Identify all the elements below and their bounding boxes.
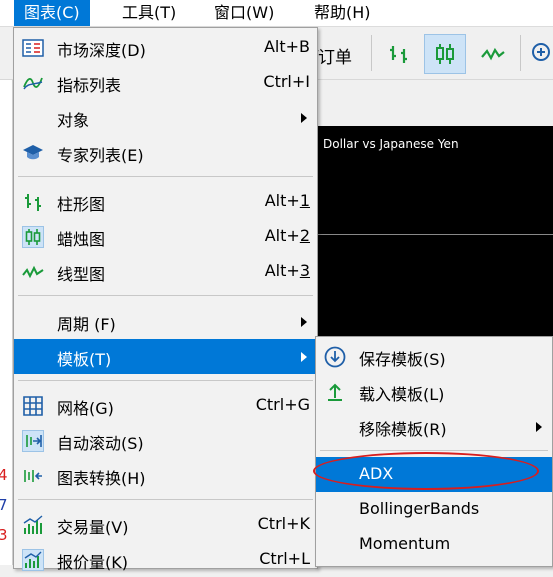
- menu-item-label: 图表转换(H): [57, 469, 146, 488]
- menu-item-chart-shift[interactable]: 图表转换(H): [14, 458, 317, 493]
- menu-item-shortcut: Alt+2: [264, 226, 310, 245]
- menu-item-label: 指标列表: [57, 76, 122, 95]
- menu-item-shortcut: Alt+1: [264, 191, 310, 210]
- grid-icon: [22, 395, 44, 417]
- menu-item-label: 线型图: [57, 265, 106, 284]
- menu-item-market-depth[interactable]: 市场深度(D) Alt+B: [14, 30, 317, 65]
- toolbar-separator: [520, 35, 521, 71]
- chart-gridline: [312, 234, 553, 235]
- menu-item-shortcut: Alt+B: [263, 37, 310, 56]
- zoom-in-button[interactable]: [526, 34, 553, 74]
- line-chart-button[interactable]: [472, 34, 514, 74]
- menu-item-tick-volumes[interactable]: 报价量(K) Ctrl+L: [14, 542, 317, 577]
- chart-shift-icon: [22, 465, 44, 487]
- menu-item-grid[interactable]: 网格(G) Ctrl+G: [14, 388, 317, 423]
- submenu-arrow-icon: [301, 317, 307, 327]
- menu-separator: [18, 176, 313, 177]
- bar-chart-icon: [390, 46, 407, 63]
- menu-item-label: 对象: [57, 111, 90, 130]
- download-circle-icon: [324, 346, 346, 368]
- svg-text:4: 4: [0, 466, 8, 484]
- menu-item-label: 移除模板(R): [359, 420, 447, 439]
- submenu-arrow-icon: [301, 113, 307, 123]
- menu-window[interactable]: 窗口(W): [204, 0, 284, 26]
- line-chart-icon: [22, 261, 44, 283]
- menu-item-shortcut: Ctrl+G: [255, 395, 310, 414]
- tick-volumes-icon: [22, 549, 44, 571]
- menu-item-label: 载入模板(L): [359, 385, 445, 404]
- menu-item-label: 市场深度(D): [57, 41, 146, 60]
- menu-item-label: 网格(G): [57, 399, 114, 418]
- menu-item-label: 柱形图: [57, 195, 106, 214]
- menu-item-shortcut: Ctrl+K: [257, 514, 310, 533]
- indicators-icon: [22, 72, 44, 94]
- volumes-icon: [22, 514, 44, 536]
- menu-item-auto-scroll[interactable]: 自动滚动(S): [14, 423, 317, 458]
- menu-item-label: Momentum: [359, 534, 451, 553]
- menu-item-indicators-list[interactable]: 指标列表 Ctrl+I: [14, 65, 317, 100]
- svg-text:3: 3: [0, 526, 8, 544]
- annotation-ellipse: [313, 452, 539, 490]
- svg-text:7: 7: [0, 496, 8, 514]
- submenu-arrow-icon: [536, 422, 542, 432]
- menu-separator: [18, 499, 313, 500]
- menu-tools[interactable]: 工具(T): [112, 0, 186, 26]
- menu-item-volumes[interactable]: 交易量(V) Ctrl+K: [14, 507, 317, 542]
- submenu-arrow-icon: [301, 352, 307, 362]
- menu-item-line-chart[interactable]: 线型图 Alt+3: [14, 254, 317, 289]
- menu-separator: [18, 380, 313, 381]
- candlestick-icon: [22, 226, 44, 248]
- menu-item-period[interactable]: 周期 (F): [14, 304, 317, 339]
- candlestick-icon: [436, 44, 454, 64]
- toolbar-separator: [371, 35, 372, 71]
- menu-item-label: BollingerBands: [359, 499, 480, 518]
- menu-item-shortcut: Ctrl+L: [259, 549, 310, 568]
- zoom-in-icon: [531, 43, 550, 61]
- menu-item-shortcut: Alt+3: [264, 261, 310, 280]
- menu-item-label: 报价量(K): [57, 553, 128, 572]
- bar-chart-icon: [22, 191, 44, 213]
- chart-title: Dollar vs Japanese Yen: [323, 137, 459, 151]
- navigator-partial-text: 4 7 3: [0, 466, 8, 544]
- candle-chart-button[interactable]: [424, 34, 466, 74]
- menu-item-save-template[interactable]: 保存模板(S): [316, 339, 552, 374]
- menu-item-template-momentum[interactable]: Momentum: [316, 527, 552, 562]
- market-depth-icon: [22, 37, 44, 59]
- menu-item-label: 专家列表(E): [57, 146, 144, 165]
- menu-item-template-bollingerbands[interactable]: BollingerBands: [316, 492, 552, 527]
- menu-item-objects[interactable]: 对象: [14, 100, 317, 135]
- chart-menu: 市场深度(D) Alt+B 指标列表 Ctrl+I 对象 专家列表(E) 柱形图…: [13, 27, 318, 572]
- upload-arrow-icon: [324, 381, 346, 403]
- navigator-strip: 4 7 3: [0, 80, 13, 565]
- menu-item-label: 模板(T): [57, 350, 112, 369]
- menu-item-label: 自动滚动(S): [57, 434, 144, 453]
- chart-header-area: [312, 80, 553, 126]
- menu-item-bar-chart[interactable]: 柱形图 Alt+1: [14, 184, 317, 219]
- menu-item-label: 周期 (F): [57, 315, 116, 334]
- line-chart-icon: [481, 47, 505, 61]
- menu-item-label: 蜡烛图: [57, 230, 106, 249]
- menu-item-template[interactable]: 模板(T): [14, 339, 317, 374]
- new-order-button[interactable]: f订单: [312, 43, 352, 68]
- menu-help[interactable]: 帮助(H): [304, 0, 381, 26]
- menu-chart[interactable]: 图表(C): [14, 0, 90, 26]
- menu-item-candle-chart[interactable]: 蜡烛图 Alt+2: [14, 219, 317, 254]
- menu-item-remove-template[interactable]: 移除模板(R): [316, 409, 552, 444]
- menu-item-label: 交易量(V): [57, 518, 129, 537]
- menu-separator: [18, 295, 313, 296]
- menu-item-load-template[interactable]: 载入模板(L): [316, 374, 552, 409]
- bar-chart-button[interactable]: [378, 34, 420, 74]
- menu-bar: 图表(C) 工具(T) 窗口(W) 帮助(H): [0, 0, 553, 27]
- menu-item-shortcut: Ctrl+I: [263, 72, 310, 91]
- auto-scroll-icon: [22, 430, 44, 452]
- menu-separator: [320, 450, 548, 451]
- menu-item-experts-list[interactable]: 专家列表(E): [14, 135, 317, 170]
- graduation-cap-icon: [22, 142, 44, 164]
- menu-item-label: 保存模板(S): [359, 350, 446, 369]
